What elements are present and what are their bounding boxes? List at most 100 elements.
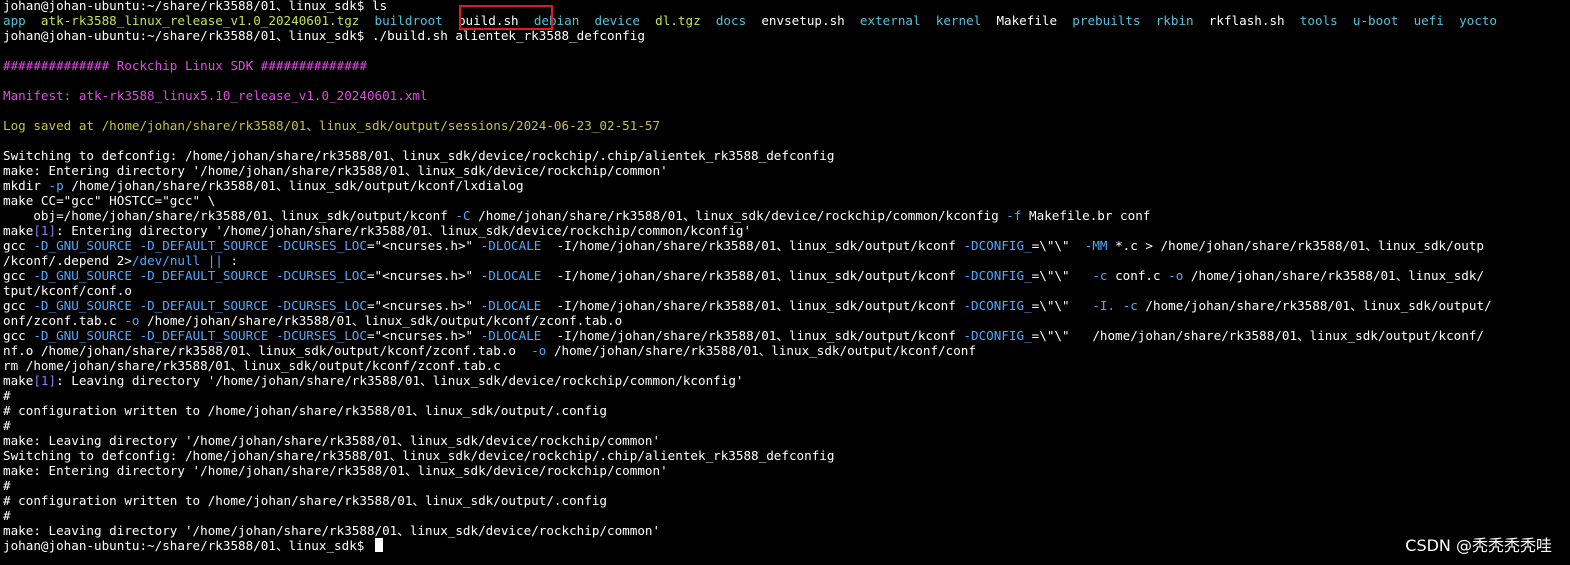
terminal-text: rm /home/johan/share/rk3588/01、linux_sdk… <box>3 358 501 373</box>
terminal-text: Manifest: atk-rk3588_linux5.10_release_v… <box>3 88 428 103</box>
terminal-line: make: Entering directory '/home/johan/sh… <box>3 463 1570 478</box>
terminal-line: Switching to defconfig: /home/johan/shar… <box>3 448 1570 463</box>
terminal-text: # configuration written to /home/johan/s… <box>3 493 607 508</box>
terminal-text: prebuilts <box>1072 13 1141 28</box>
terminal-text: =\"\" <box>1031 268 1093 283</box>
terminal-line: make: Leaving directory '/home/johan/sha… <box>3 523 1570 538</box>
terminal-text: -D_GNU_SOURCE -D_DEFAULT_SOURCE -DCURSES… <box>33 328 367 343</box>
terminal-text: -DCONFIG_ <box>963 238 1032 253</box>
text-cursor <box>374 538 383 552</box>
terminal-text: onf/zconf.tab.c <box>3 313 125 328</box>
terminal-text: # <box>3 478 11 493</box>
terminal-text: -c <box>1122 298 1138 313</box>
terminal-text: -D_GNU_SOURCE -D_DEFAULT_SOURCE -DCURSES… <box>33 298 367 313</box>
terminal-line: Log saved at /home/johan/share/rk3588/01… <box>3 118 1570 133</box>
terminal-text: -c <box>1092 268 1108 283</box>
terminal-line: mkdir -p /home/johan/share/rk3588/01、lin… <box>3 178 1570 193</box>
terminal-text: nf.o /home/johan/share/rk3588/01、linux_s… <box>3 343 532 358</box>
terminal-text: : Leaving directory '/home/johan/share/r… <box>56 373 744 388</box>
terminal-text: # <box>3 508 11 523</box>
terminal-text: -I. <box>1092 298 1116 313</box>
terminal-line: make CC="gcc" HOSTCC="gcc" \ <box>3 193 1570 208</box>
terminal-text: -o <box>1168 268 1184 283</box>
terminal-text: gcc <box>3 238 34 253</box>
terminal-text: ="<ncurses.h>" <box>366 238 481 253</box>
terminal-text: /kconf/.depend 2> <box>3 253 132 268</box>
terminal-text: kernel <box>935 13 982 28</box>
terminal-text: -DLOCALE <box>480 298 542 313</box>
terminal-line: make[1]: Leaving directory '/home/johan/… <box>3 373 1570 388</box>
terminal-line: gcc -D_GNU_SOURCE -D_DEFAULT_SOURCE -DCU… <box>3 298 1570 313</box>
terminal-text: johan@johan-ubuntu:~/share/rk3588/01、lin… <box>3 28 645 43</box>
terminal-line: ############## Rockchip Linux SDK ######… <box>3 58 1570 73</box>
terminal-line: Manifest: atk-rk3588_linux5.10_release_v… <box>3 88 1570 103</box>
terminal-text: tools <box>1299 13 1338 28</box>
terminal-text: make: Entering directory '/home/johan/sh… <box>3 463 668 478</box>
terminal-text: make: Entering directory '/home/johan/sh… <box>3 163 668 178</box>
terminal-line: app atk-rk3588_linux_release_v1.0_202406… <box>3 13 1570 28</box>
terminal-text: -o <box>531 343 547 358</box>
terminal-text: *.c > /home/johan/share/rk3588/01、linux_… <box>1107 238 1485 253</box>
terminal-line: nf.o /home/johan/share/rk3588/01、linux_s… <box>3 343 1570 358</box>
terminal-text: -f <box>1006 208 1022 223</box>
terminal-text: -DCONFIG_ <box>963 268 1032 283</box>
terminal-output[interactable]: johan@johan-ubuntu:~/share/rk3588/01、lin… <box>3 0 1570 565</box>
terminal-text: ="<ncurses.h>" <box>366 328 481 343</box>
terminal-text: uefi <box>1413 13 1444 28</box>
terminal-text: =\"\" <box>1031 238 1085 253</box>
terminal-line: onf/zconf.tab.c -o /home/johan/share/rk3… <box>3 313 1570 328</box>
terminal-text: build.sh <box>457 13 519 28</box>
terminal-text: [1] <box>33 223 57 238</box>
terminal-line: gcc -D_GNU_SOURCE -D_DEFAULT_SOURCE -DCU… <box>3 328 1570 343</box>
terminal-text: debian <box>533 13 580 28</box>
terminal-text: gcc <box>3 268 34 283</box>
terminal-text: : Entering directory '/home/johan/share/… <box>56 223 752 238</box>
terminal-text: tput/kconf/conf.o <box>3 283 132 298</box>
terminal-text: -I/home/johan/share/rk3588/01、linux_sdk/… <box>541 268 964 283</box>
terminal-text: /dev/null || <box>131 253 223 268</box>
terminal-text: -DLOCALE <box>480 328 542 343</box>
terminal-text: device <box>594 13 640 28</box>
terminal-text: johan@johan-ubuntu:~/share/rk3588/01、lin… <box>3 538 372 553</box>
terminal-text: mkdir <box>3 178 49 193</box>
terminal-text: -p <box>48 178 64 193</box>
terminal-text: app <box>3 13 26 28</box>
terminal-line: # <box>3 418 1570 433</box>
terminal-text: external <box>859 13 921 28</box>
terminal-text: # <box>3 388 11 403</box>
terminal-line: johan@johan-ubuntu:~/share/rk3588/01、lin… <box>3 28 1570 43</box>
terminal-text: -MM <box>1084 238 1108 253</box>
terminal-text: -I/home/johan/share/rk3588/01、linux_sdk/… <box>541 298 964 313</box>
terminal-text: dl.tgz <box>655 13 701 28</box>
terminal-text: /home/johan/share/rk3588/01、linux_sdk/de… <box>470 208 1007 223</box>
terminal-text: obj=/home/johan/share/rk3588/01、linux_sd… <box>3 208 456 223</box>
terminal-line: make: Entering directory '/home/johan/sh… <box>3 163 1570 178</box>
terminal-text: Makefile <box>996 13 1058 28</box>
terminal-text: -DCONFIG_ <box>963 328 1032 343</box>
terminal-line: rm /home/johan/share/rk3588/01、linux_sdk… <box>3 358 1570 373</box>
terminal-text: -D_GNU_SOURCE -D_DEFAULT_SOURCE -DCURSES… <box>33 268 367 283</box>
terminal-text: -DLOCALE <box>480 268 542 283</box>
terminal-text: /home/johan/share/rk3588/01、linux_sdk/ou… <box>139 313 623 328</box>
terminal-line: make: Leaving directory '/home/johan/sha… <box>3 433 1570 448</box>
terminal-line: /kconf/.depend 2>/dev/null || : <box>3 253 1570 268</box>
terminal-line: # configuration written to /home/johan/s… <box>3 403 1570 418</box>
terminal-text: -I/home/johan/share/rk3588/01、linux_sdk/… <box>541 328 964 343</box>
terminal-text: -C <box>455 208 471 223</box>
terminal-text: /home/johan/share/rk3588/01、linux_sdk/ou… <box>1137 298 1492 313</box>
terminal-line: Switching to defconfig: /home/johan/shar… <box>3 148 1570 163</box>
shell-prompt-line: johan@johan-ubuntu:~/share/rk3588/01、lin… <box>3 538 1570 553</box>
terminal-text: # <box>3 418 11 433</box>
